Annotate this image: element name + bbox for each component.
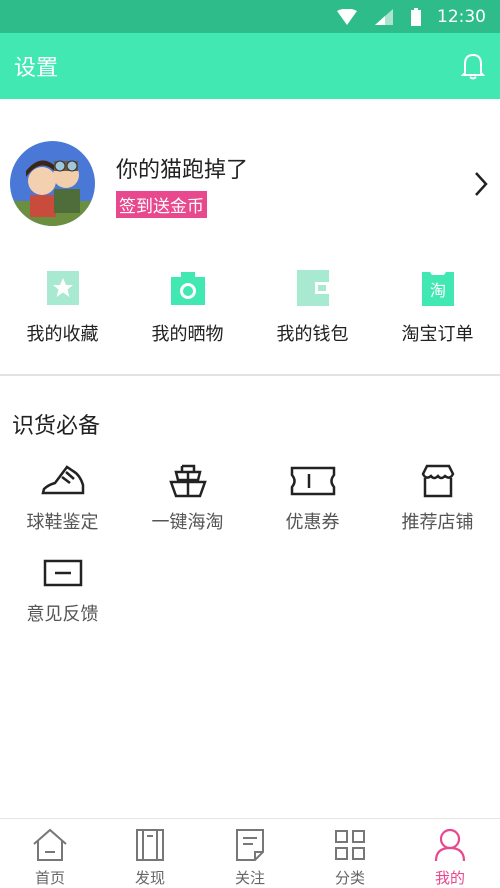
tool-label: 一键海淘 <box>151 512 224 533</box>
tool-label: 意见反馈 <box>26 604 99 625</box>
quick-item-taobao-orders[interactable]: 淘 淘宝订单 <box>375 270 500 350</box>
store-icon <box>414 462 462 500</box>
quick-item-label: 我的钱包 <box>276 324 349 345</box>
wallet-icon <box>296 270 330 306</box>
tool-recommended-stores[interactable]: 推荐店铺 <box>375 462 500 534</box>
taobao-icon: 淘 <box>421 270 455 306</box>
tool-haitao[interactable]: 一键海淘 <box>125 462 250 534</box>
profile-name: 你的猫跑掉了 <box>116 158 249 183</box>
category-icon <box>331 827 369 862</box>
quick-item-label: 我的晒物 <box>151 324 224 345</box>
avatar <box>10 141 95 226</box>
profile-card[interactable]: 你的猫跑掉了 签到送金币 <box>0 130 500 235</box>
tool-label: 球鞋鉴定 <box>26 512 99 533</box>
tab-profile[interactable]: 我的 <box>400 819 500 888</box>
home-icon <box>31 827 69 862</box>
tool-label: 优惠券 <box>285 512 340 533</box>
svg-text:淘: 淘 <box>429 281 445 300</box>
quick-item-label: 淘宝订单 <box>401 324 474 345</box>
tool-coupon[interactable]: 优惠券 <box>250 462 375 534</box>
quick-item-showcase[interactable]: 我的晒物 <box>125 270 250 350</box>
quick-item-wallet[interactable]: 我的钱包 <box>250 270 375 350</box>
tab-label: 分类 <box>334 869 365 887</box>
tab-discover[interactable]: 发现 <box>100 819 200 888</box>
bell-icon[interactable] <box>460 51 486 81</box>
sneaker-icon <box>39 462 87 500</box>
profile-icon <box>431 827 469 862</box>
status-bar: 12:30 <box>0 0 500 33</box>
tab-label: 我的 <box>434 869 465 887</box>
battery-icon <box>411 7 421 26</box>
page-title: 设置 <box>14 56 59 81</box>
tool-feedback[interactable]: 意见反馈 <box>0 554 125 626</box>
tab-category[interactable]: 分类 <box>300 819 400 888</box>
quick-item-label: 我的收藏 <box>26 324 99 345</box>
star-icon <box>46 270 80 306</box>
tool-label: 推荐店铺 <box>401 512 474 533</box>
tab-follow[interactable]: 关注 <box>200 819 300 888</box>
ship-icon <box>164 462 212 500</box>
tab-label: 发现 <box>134 869 165 887</box>
checkin-button[interactable]: 签到送金币 <box>116 191 207 218</box>
feedback-icon <box>39 554 87 592</box>
camera-icon <box>170 270 205 306</box>
quick-item-favorites[interactable]: 我的收藏 <box>0 270 125 350</box>
chevron-right-icon <box>475 172 488 196</box>
coupon-icon <box>289 462 337 500</box>
wifi-icon <box>337 8 357 25</box>
tab-label: 首页 <box>34 869 65 887</box>
status-time: 12:30 <box>437 6 486 27</box>
quick-actions: 我的收藏 我的晒物 我的钱包 淘 淘宝订单 <box>0 270 500 350</box>
section-title: 识货必备 <box>12 414 101 439</box>
bottom-tab-bar: 首页 发现 关注 分类 我的 <box>0 818 500 888</box>
tab-home[interactable]: 首页 <box>0 819 100 888</box>
discover-icon <box>131 827 169 862</box>
tool-sneaker-check[interactable]: 球鞋鉴定 <box>0 462 125 534</box>
signal-icon <box>375 8 393 25</box>
app-bar: 设置 <box>0 33 500 99</box>
follow-icon <box>231 827 269 862</box>
divider <box>0 374 500 376</box>
tab-label: 关注 <box>234 869 265 887</box>
